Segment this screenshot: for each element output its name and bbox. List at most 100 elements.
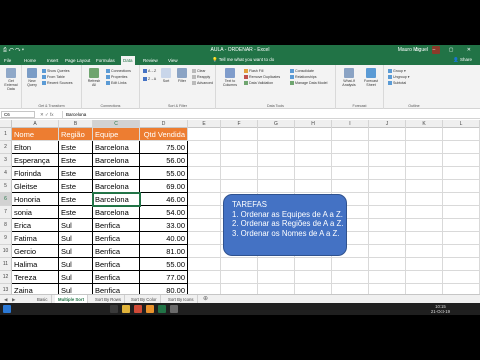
empty-cell[interactable] [369,180,406,193]
cell-regiao[interactable]: Sul [59,271,93,284]
empty-cell[interactable] [369,128,406,141]
empty-cell[interactable] [258,258,295,271]
empty-cell[interactable] [258,167,295,180]
file-explorer-icon[interactable] [122,305,130,313]
name-box[interactable]: C6 [1,111,35,118]
edit-links-button[interactable]: Edit Links [106,81,127,86]
cell-equipe[interactable]: Barcelona [93,167,140,180]
cell-nome[interactable]: Nome [12,128,59,141]
remove-duplicates-button[interactable]: Remove Duplicates [244,75,280,80]
column-header[interactable]: E [188,120,221,128]
empty-cell[interactable] [369,141,406,154]
tab-formulas[interactable]: Formulas [94,56,117,65]
what-if-button[interactable]: What-If Analysis [339,68,359,87]
cell-regiao[interactable]: Este [59,193,93,206]
cell-regiao[interactable]: Sul [59,258,93,271]
properties-button[interactable]: Properties [106,75,127,80]
cell-regiao[interactable]: Este [59,154,93,167]
empty-cell[interactable] [188,128,221,141]
empty-cell[interactable] [443,245,480,258]
cell-equipe[interactable]: Barcelona [93,180,140,193]
new-query-button[interactable]: New Query [24,68,40,87]
column-header[interactable]: H [295,120,332,128]
cell-nome[interactable]: sonia [12,206,59,219]
cell-qtd[interactable]: Qtd Vendida [140,128,188,141]
cell-qtd[interactable]: 54.00 [140,206,188,219]
column-header[interactable]: K [406,120,443,128]
empty-cell[interactable] [443,141,480,154]
cell-equipe[interactable]: Barcelona [93,193,140,206]
empty-cell[interactable] [369,154,406,167]
sort-button[interactable]: Sort [158,68,174,83]
empty-cell[interactable] [258,154,295,167]
empty-cell[interactable] [443,232,480,245]
app-icon[interactable] [170,305,178,313]
tab-view[interactable]: View [166,56,180,65]
empty-cell[interactable] [443,258,480,271]
empty-cell[interactable] [188,167,221,180]
cell-nome[interactable]: Gleitse [12,180,59,193]
forecast-sheet-button[interactable]: Forecast Sheet [361,68,381,87]
empty-cell[interactable] [295,258,332,271]
manage-data-model-button[interactable]: Manage Data Model [290,81,327,86]
relationships-button[interactable]: Relationships [290,75,317,80]
cell-nome[interactable]: Esperança [12,154,59,167]
empty-cell[interactable] [188,232,221,245]
empty-cell[interactable] [443,128,480,141]
cell-regiao[interactable]: Este [59,206,93,219]
empty-cell[interactable] [295,271,332,284]
row-header[interactable]: 11 [0,258,12,271]
row-header[interactable]: 5 [0,180,12,193]
cell-equipe[interactable]: Benfica [93,271,140,284]
tab-home[interactable]: Home [22,56,38,65]
empty-cell[interactable] [188,258,221,271]
empty-cell[interactable] [221,141,258,154]
column-header[interactable]: F [221,120,258,128]
tab-data[interactable]: Data [121,56,135,65]
empty-cell[interactable] [258,271,295,284]
empty-cell[interactable] [369,258,406,271]
empty-cell[interactable] [188,245,221,258]
tab-insert[interactable]: Insert [45,56,60,65]
empty-cell[interactable] [258,141,295,154]
empty-cell[interactable] [443,180,480,193]
empty-cell[interactable] [295,167,332,180]
empty-cell[interactable] [443,219,480,232]
empty-cell[interactable] [443,271,480,284]
empty-cell[interactable] [443,167,480,180]
empty-cell[interactable] [406,258,443,271]
empty-cell[interactable] [369,193,406,206]
tab-page-layout[interactable]: Page Layout [63,56,92,65]
empty-cell[interactable] [221,154,258,167]
row-header[interactable]: 2 [0,141,12,154]
empty-cell[interactable] [188,154,221,167]
cell-equipe[interactable]: Barcelona [93,141,140,154]
empty-cell[interactable] [406,245,443,258]
cell-nome[interactable]: Erica [12,219,59,232]
empty-cell[interactable] [295,128,332,141]
connections-button[interactable]: Connections [106,69,131,74]
empty-cell[interactable] [369,167,406,180]
empty-cell[interactable] [295,154,332,167]
clear-button[interactable]: Clear [192,69,206,74]
empty-cell[interactable] [332,258,369,271]
sort-az-button[interactable]: A→Z [143,69,156,74]
empty-cell[interactable] [443,154,480,167]
empty-cell[interactable] [221,258,258,271]
row-header[interactable]: 4 [0,167,12,180]
data-validation-button[interactable]: Data Validation [244,81,273,86]
empty-cell[interactable] [369,232,406,245]
cell-equipe[interactable]: Benfica [93,219,140,232]
flash-fill-button[interactable]: Flash Fill [244,69,263,74]
empty-cell[interactable] [188,206,221,219]
recent-sources-button[interactable]: Recent Sources [42,81,73,86]
share-button[interactable]: 👤 Share [453,55,472,65]
row-header[interactable]: 1 [0,128,12,141]
cell-qtd[interactable]: 69.00 [140,180,188,193]
row-header[interactable]: 7 [0,206,12,219]
empty-cell[interactable] [188,193,221,206]
formula-input[interactable]: Barcelona [62,111,478,118]
cell-nome[interactable]: Florinda [12,167,59,180]
empty-cell[interactable] [258,128,295,141]
text-to-columns-button[interactable]: Text to Columns [220,68,240,87]
